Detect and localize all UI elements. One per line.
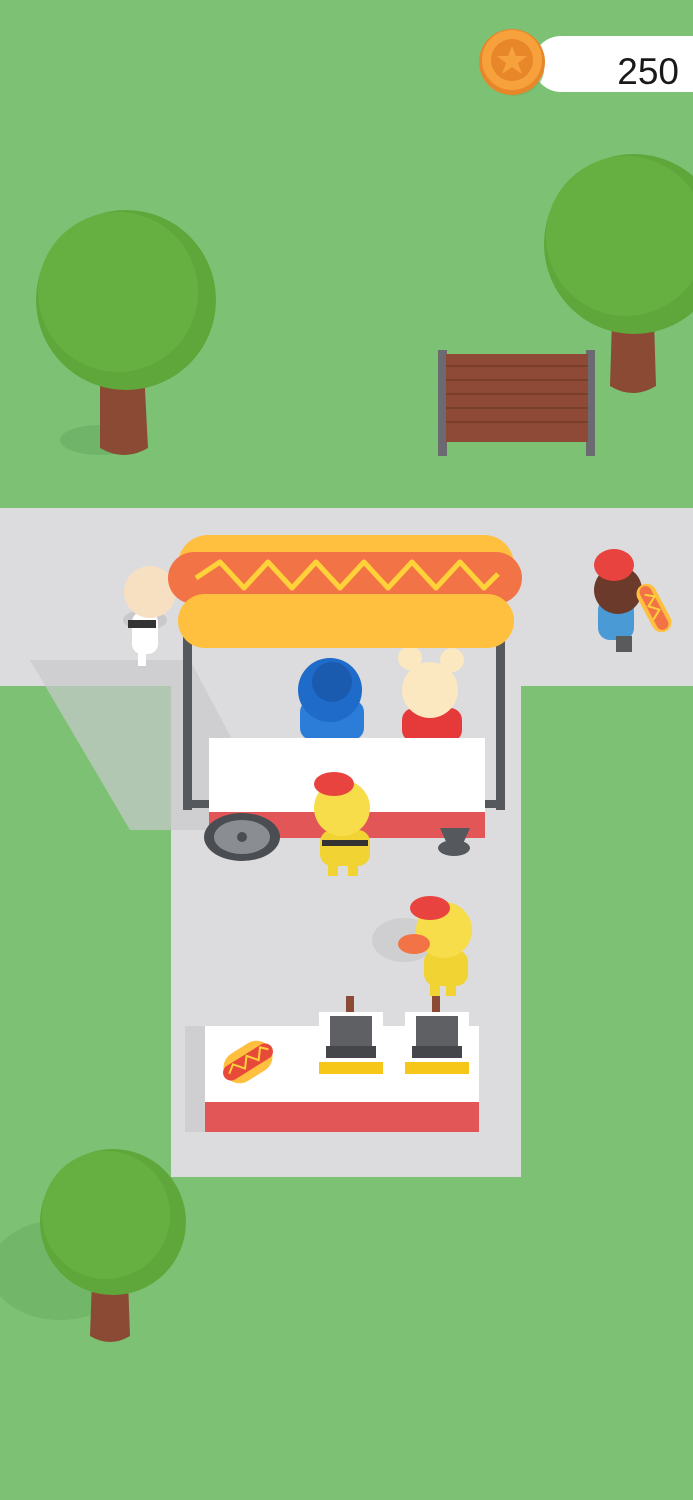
coin-bar: 250 [533, 36, 693, 92]
cart-wheel [204, 813, 280, 861]
customer [298, 658, 364, 740]
game-scene [0, 0, 693, 1500]
park-bench [438, 350, 595, 456]
hot-dog-roof [168, 535, 522, 648]
coin-count: 250 [617, 51, 679, 92]
star-coin-icon [479, 29, 545, 96]
coin-counter: 250 [478, 28, 693, 98]
